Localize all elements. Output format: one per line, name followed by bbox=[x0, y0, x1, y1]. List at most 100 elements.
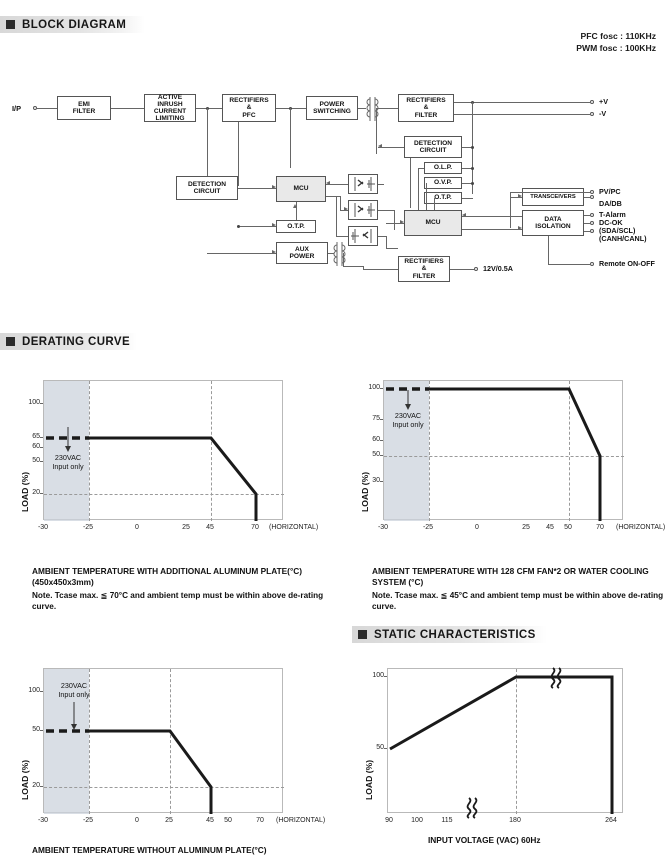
wire-auxrect-in bbox=[363, 269, 398, 270]
block-diagram: I/P EMI FILTER ACTIVE INRUSH CURRENT LIM… bbox=[0, 80, 670, 310]
input-label: I/P bbox=[12, 104, 22, 113]
chart-y-tick: 75 bbox=[372, 415, 380, 422]
chart-annotation-230vac: 230VAC Input only bbox=[392, 411, 424, 429]
chart-y-axis-label: LOAD (%) bbox=[364, 759, 374, 800]
wire-down-detection1 bbox=[207, 108, 208, 186]
axis-break-mark-top-icon bbox=[550, 667, 562, 689]
junction-dot bbox=[237, 224, 240, 228]
chart-y-tick: 60 bbox=[372, 436, 380, 443]
wire-mcu2-dataiso-bot bbox=[462, 229, 522, 230]
block-emi-filter: EMI FILTER bbox=[57, 96, 111, 120]
wire-olp-left bbox=[418, 168, 424, 169]
transformer-main-icon bbox=[362, 94, 392, 129]
block-mcu-primary: MCU bbox=[276, 176, 326, 202]
chart-y-tickmark bbox=[380, 455, 383, 456]
chart-x-axis-label: (HORIZONTAL) bbox=[616, 524, 666, 531]
wire-plusv bbox=[454, 102, 590, 103]
chart-y-tickmark bbox=[380, 419, 383, 420]
wire-pvpc bbox=[510, 192, 590, 193]
wire-transformer-out bbox=[376, 108, 398, 109]
wire-remote-down bbox=[548, 236, 549, 264]
chart-x-tick: -30 bbox=[37, 524, 49, 531]
block-label: MCU bbox=[293, 185, 309, 193]
chart-y-tickmark bbox=[380, 481, 383, 482]
chart-x-tick: -25 bbox=[82, 524, 94, 531]
wire-12v bbox=[450, 269, 474, 270]
wire-otp-left bbox=[238, 226, 276, 227]
bullet-square-icon bbox=[6, 20, 15, 29]
section-header-derating-curve: DERATING CURVE bbox=[0, 333, 137, 350]
chart-curve bbox=[386, 387, 602, 521]
junction-dot bbox=[471, 181, 474, 185]
junction-dot bbox=[471, 145, 474, 149]
block-label: DETECTION CIRCUIT bbox=[413, 139, 453, 154]
arrow-icon bbox=[326, 181, 330, 186]
block-transceivers: TRANSCEIVERS bbox=[522, 188, 584, 206]
block-otp-secondary: O.T.P. bbox=[424, 192, 462, 204]
wire-ip-emi bbox=[37, 108, 57, 109]
wire-olp-down bbox=[418, 168, 419, 210]
block-label: EMI FILTER bbox=[72, 100, 96, 115]
optocoupler-2-icon bbox=[348, 200, 378, 225]
wire-opto3-right bbox=[378, 236, 386, 237]
section-title: DERATING CURVE bbox=[22, 335, 131, 348]
chart-y-tickmark bbox=[384, 676, 387, 677]
wire-opto3-down bbox=[386, 236, 387, 248]
block-label: AUX POWER bbox=[289, 245, 315, 260]
chart-y-tickmark bbox=[40, 437, 43, 438]
block-power-switching: POWER SWITCHING bbox=[306, 96, 358, 120]
chart-y-tickmark bbox=[40, 461, 43, 462]
wire-inrush-rect bbox=[196, 108, 222, 109]
chart-plot-area: 230VAC Input only bbox=[43, 668, 284, 814]
chart-derating-fan-water-cooling: LOAD (%) 230VAC Input only 100 75 60 50 3… bbox=[340, 372, 670, 557]
block-olp: O.L.P. bbox=[424, 162, 462, 174]
bullet-square-icon bbox=[358, 630, 367, 639]
chart-x-tick: 70 bbox=[251, 524, 259, 531]
arrow-icon bbox=[272, 250, 276, 255]
chart-x-tick: 70 bbox=[596, 524, 604, 531]
chart-y-tick: 65 bbox=[32, 433, 40, 440]
chart-y-axis-label: LOAD (%) bbox=[20, 759, 30, 800]
block-mcu-secondary: MCU bbox=[404, 210, 462, 236]
block-label: O.T.P. bbox=[434, 194, 452, 202]
axis-break-mark-x-icon bbox=[466, 797, 478, 819]
arrow-icon bbox=[272, 223, 276, 228]
chart-x-tick: 25 bbox=[182, 524, 190, 531]
wire-detsec-down bbox=[410, 158, 411, 208]
chart-y-tickmark bbox=[40, 691, 43, 692]
wire-otp-sense bbox=[462, 198, 473, 199]
chart-y-tick: 50 bbox=[372, 451, 380, 458]
wire-auxt-out bbox=[343, 266, 363, 267]
arrow-icon bbox=[400, 220, 404, 225]
block-data-isolation: DATA ISOLATION bbox=[522, 210, 584, 236]
section-header-block-diagram: BLOCK DIAGRAM bbox=[0, 16, 145, 33]
wire-mcu-opto-mid-v bbox=[340, 196, 341, 210]
block-label: RECTIFIERS & PFC bbox=[229, 97, 269, 119]
chart-caption-without-aluminum-plate: AMBIENT TEMPERATURE WITHOUT ALUMINUM PLA… bbox=[32, 845, 267, 855]
terminal-pvpc bbox=[590, 190, 594, 194]
chart-plot-area bbox=[387, 667, 623, 819]
chart-annotation-230vac: 230VAC Input only bbox=[58, 681, 90, 699]
chart-x-tick: 0 bbox=[475, 524, 479, 531]
chart-x-tick: 100 bbox=[411, 817, 423, 824]
wire-opto3-left bbox=[336, 236, 348, 237]
output-label-remote: Remote ON-OFF bbox=[599, 259, 655, 268]
section-title: STATIC CHARACTERISTICS bbox=[374, 628, 536, 641]
chart-plot-area: 230VAC Input only bbox=[43, 380, 284, 521]
terminal-plus-v bbox=[590, 100, 594, 104]
output-label-plus-v: +V bbox=[599, 97, 608, 106]
output-label-12v: 12V/0.5A bbox=[483, 264, 513, 273]
chart-x-axis-title: INPUT VOLTAGE (VAC) 60Hz bbox=[428, 835, 541, 845]
block-label: RECTIFIERS & FILTER bbox=[406, 97, 446, 119]
block-detection-circuit-secondary: DETECTION CIRCUIT bbox=[404, 136, 462, 158]
wire-aux-in bbox=[207, 253, 276, 254]
wire-ovp-down bbox=[426, 183, 427, 210]
block-ovp: O.V.P. bbox=[424, 177, 462, 189]
wire-mcu2-dataiso-top bbox=[462, 216, 522, 217]
output-label-minus-v: -V bbox=[599, 109, 607, 118]
caption-title: AMBIENT TEMPERATURE WITH ADDITIONAL ALUM… bbox=[32, 566, 303, 576]
wire-otp-down bbox=[434, 198, 435, 210]
optocoupler-1-icon bbox=[348, 174, 378, 199]
junction-dot bbox=[471, 166, 474, 170]
section-header-static-characteristics: STATIC CHARACTERISTICS bbox=[352, 626, 547, 643]
